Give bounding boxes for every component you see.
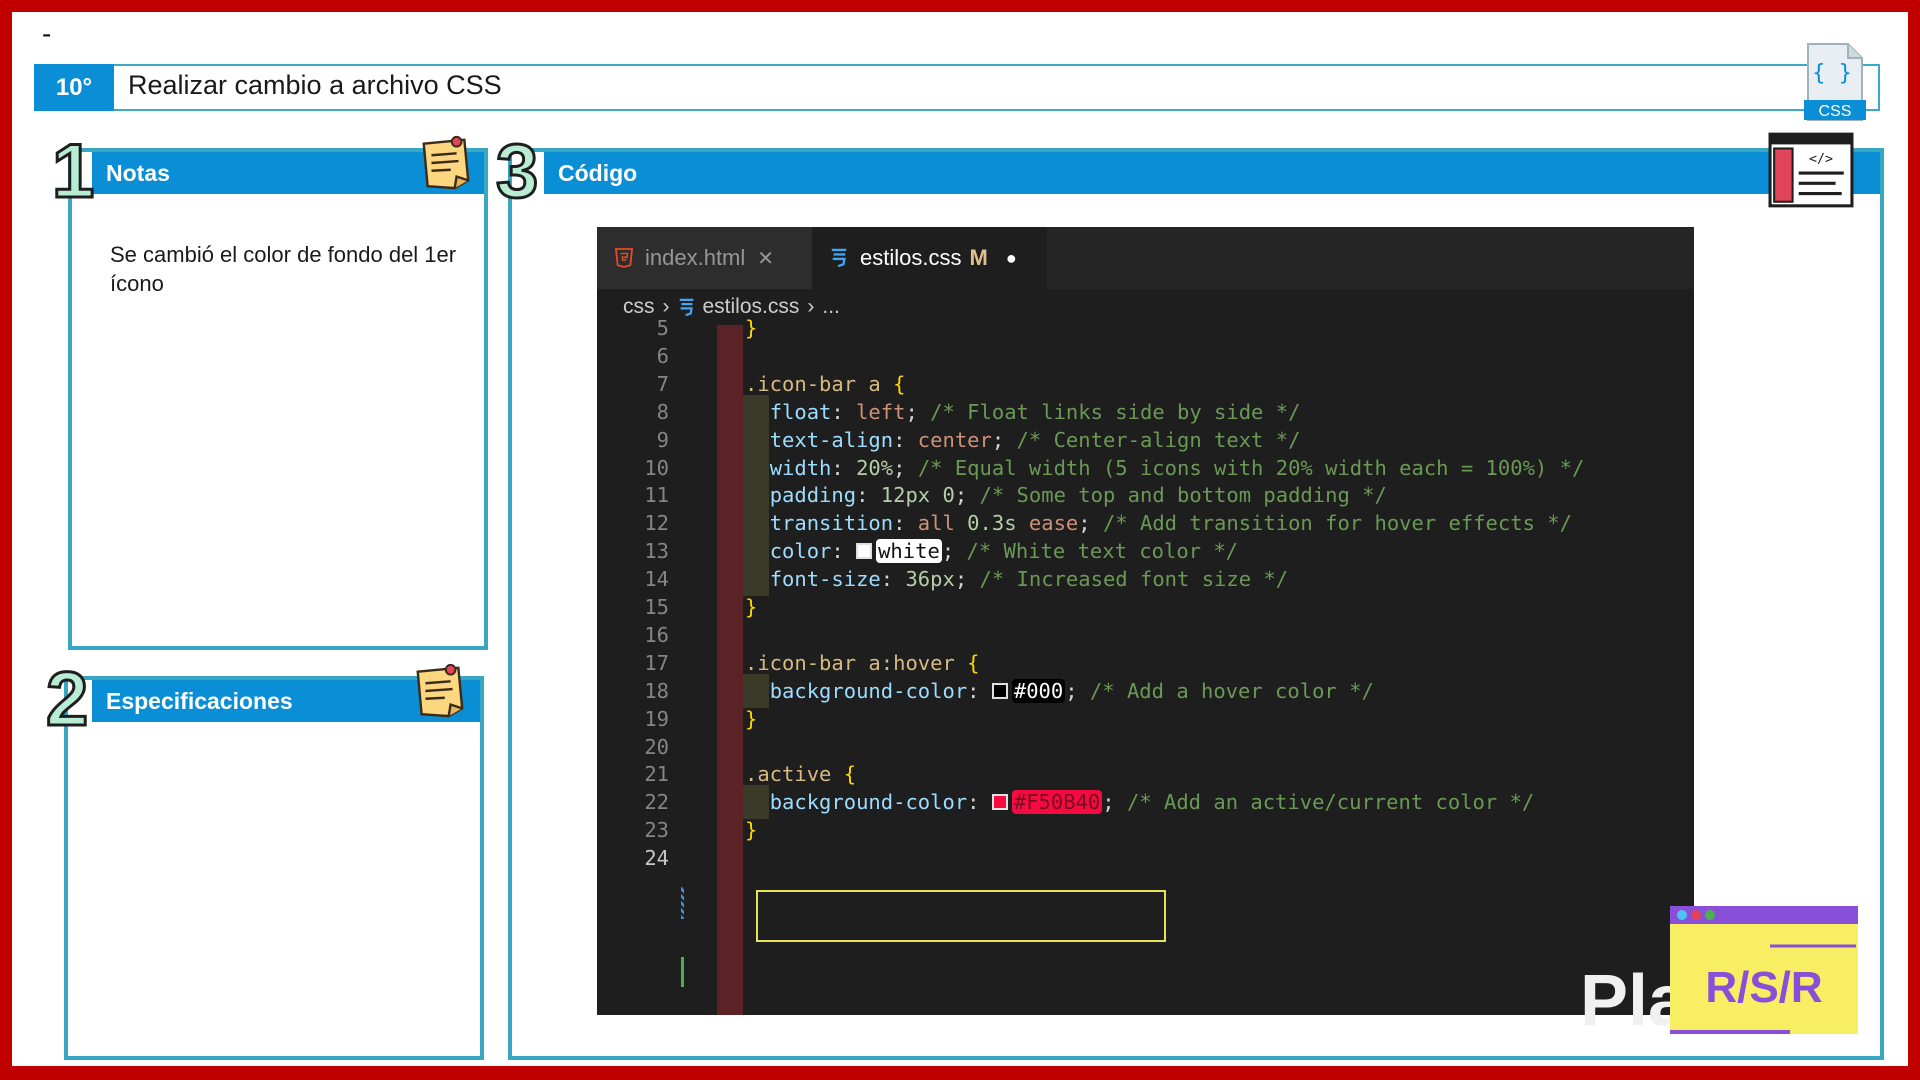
cursor-line-marker [681, 957, 684, 987]
code-window-icon: </> [1768, 132, 1854, 208]
codigo-number: 3 [494, 129, 539, 214]
css3-icon [831, 248, 847, 268]
code-line[interactable]: 24 [597, 841, 1694, 875]
rsr-logo-text: R/S/R [1705, 963, 1822, 1012]
line-number: 24 [644, 846, 669, 871]
css-badge-label: CSS [1819, 103, 1852, 120]
notas-panel [68, 148, 488, 650]
especificaciones-number: 2 [44, 657, 89, 742]
css-file-icon: { } CSS [1804, 43, 1866, 121]
sticky-note-icon-2 [416, 663, 464, 718]
codigo-title: Código [558, 159, 638, 186]
codigo-header: Código [544, 152, 1880, 194]
unsaved-dot-icon[interactable]: ● [1006, 248, 1017, 269]
modified-line-marker [681, 887, 684, 919]
tab-estilos-label: estilos.css [860, 245, 962, 270]
notas-title: Notas [106, 159, 170, 186]
especificaciones-panel [64, 676, 484, 1060]
tab-estilos-css[interactable]: estilos.css M ● [812, 227, 1047, 289]
notas-text: Se cambió el color de fondo del 1er ícon… [110, 242, 457, 296]
svg-text:</>: </> [1809, 152, 1833, 167]
close-icon[interactable]: ✕ [757, 246, 774, 271]
step-badge: 10° [34, 64, 114, 111]
page-title: Realizar cambio a archivo CSS [128, 70, 502, 100]
tab-index-html[interactable]: index.html ✕ [597, 227, 812, 289]
html5-icon [615, 248, 633, 268]
rsr-logo: R/S/R [1670, 906, 1858, 1034]
css-braces: { } [1812, 61, 1852, 86]
highlight-box [756, 890, 1166, 942]
tab-index-label: index.html [645, 245, 746, 270]
editor-tab-bar: index.html ✕ estilos.css M ● [597, 227, 1694, 289]
modified-status: M [969, 245, 988, 270]
slide-dash: - [42, 18, 52, 49]
especificaciones-title: Especificaciones [106, 687, 293, 714]
sticky-note-icon [422, 135, 470, 190]
notas-number: 1 [50, 129, 95, 214]
